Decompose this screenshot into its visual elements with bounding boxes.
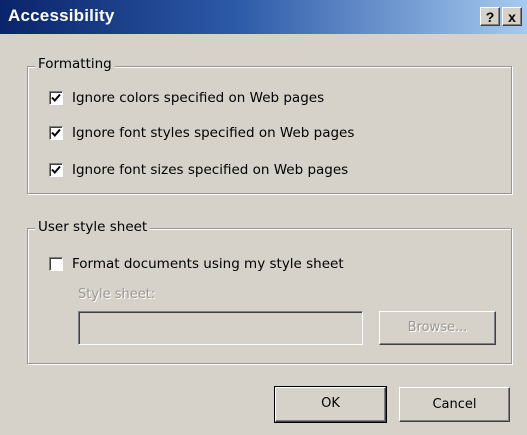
ignore-font-styles-option[interactable]: Ignore font styles specified on Web page… [49,125,354,141]
ok-button[interactable]: OK [274,386,387,423]
cancel-button[interactable]: Cancel [399,387,510,422]
ignore-font-styles-label[interactable]: Ignore font styles specified on Web page… [72,125,354,141]
close-icon[interactable]: x [502,7,522,26]
check-icon [51,128,61,137]
accessibility-dialog: Accessibility ? x Formatting Ignore colo… [0,0,527,435]
ignore-colors-label[interactable]: Ignore colors specified on Web pages [72,90,324,106]
user-style-sheet-group-label: User style sheet [35,219,151,235]
ignore-font-sizes-label[interactable]: Ignore font sizes specified on Web pages [72,162,348,178]
ignore-colors-option[interactable]: Ignore colors specified on Web pages [49,90,324,106]
ignore-font-sizes-option[interactable]: Ignore font sizes specified on Web pages [49,162,348,178]
format-documents-checkbox[interactable] [49,257,63,271]
format-documents-option[interactable]: Format documents using my style sheet [49,256,344,272]
style-sheet-input[interactable] [78,311,363,345]
style-sheet-label: Style sheet: [78,287,156,302]
dialog-title: Accessibility [8,6,115,25]
check-icon [51,165,61,174]
check-icon [51,93,61,102]
browse-button[interactable]: Browse... [379,311,496,345]
format-documents-label[interactable]: Format documents using my style sheet [72,256,344,272]
formatting-group-label: Formatting [35,56,115,72]
title-bar[interactable]: Accessibility ? x [0,0,527,34]
help-icon[interactable]: ? [480,7,500,26]
ignore-font-sizes-checkbox[interactable] [49,163,63,177]
ignore-colors-checkbox[interactable] [49,91,63,105]
ignore-font-styles-checkbox[interactable] [49,126,63,140]
